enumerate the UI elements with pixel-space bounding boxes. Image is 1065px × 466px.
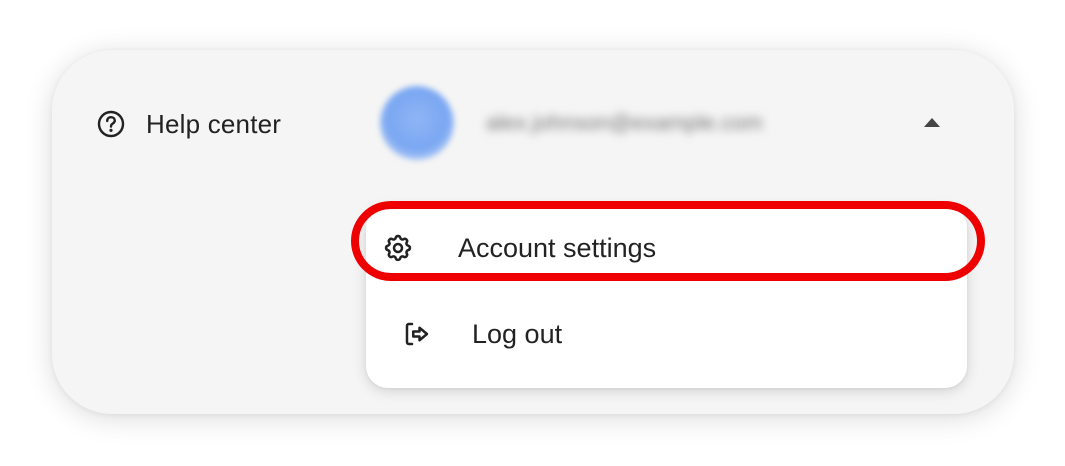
logout-icon [402,319,432,349]
account-settings-label: Account settings [458,232,657,263]
account-email: alex.johnson@example.com [486,110,763,135]
menu-item-account-settings[interactable]: Account settings [366,206,967,290]
menu-item-log-out[interactable]: Log out [366,292,967,376]
stage: Help center alex.johnson@example.com Acc… [0,0,1065,466]
help-center-link[interactable]: Help center [96,104,281,144]
help-circle-icon [96,109,126,139]
caret-up-icon [924,118,940,127]
account-dropdown-menu: Account settings Log out [366,206,967,388]
account-menu-toggle[interactable]: alex.johnson@example.com [380,84,960,162]
help-center-label: Help center [146,108,282,139]
log-out-label: Log out [472,318,563,349]
gear-icon [382,232,414,264]
user-avatar [380,86,454,160]
